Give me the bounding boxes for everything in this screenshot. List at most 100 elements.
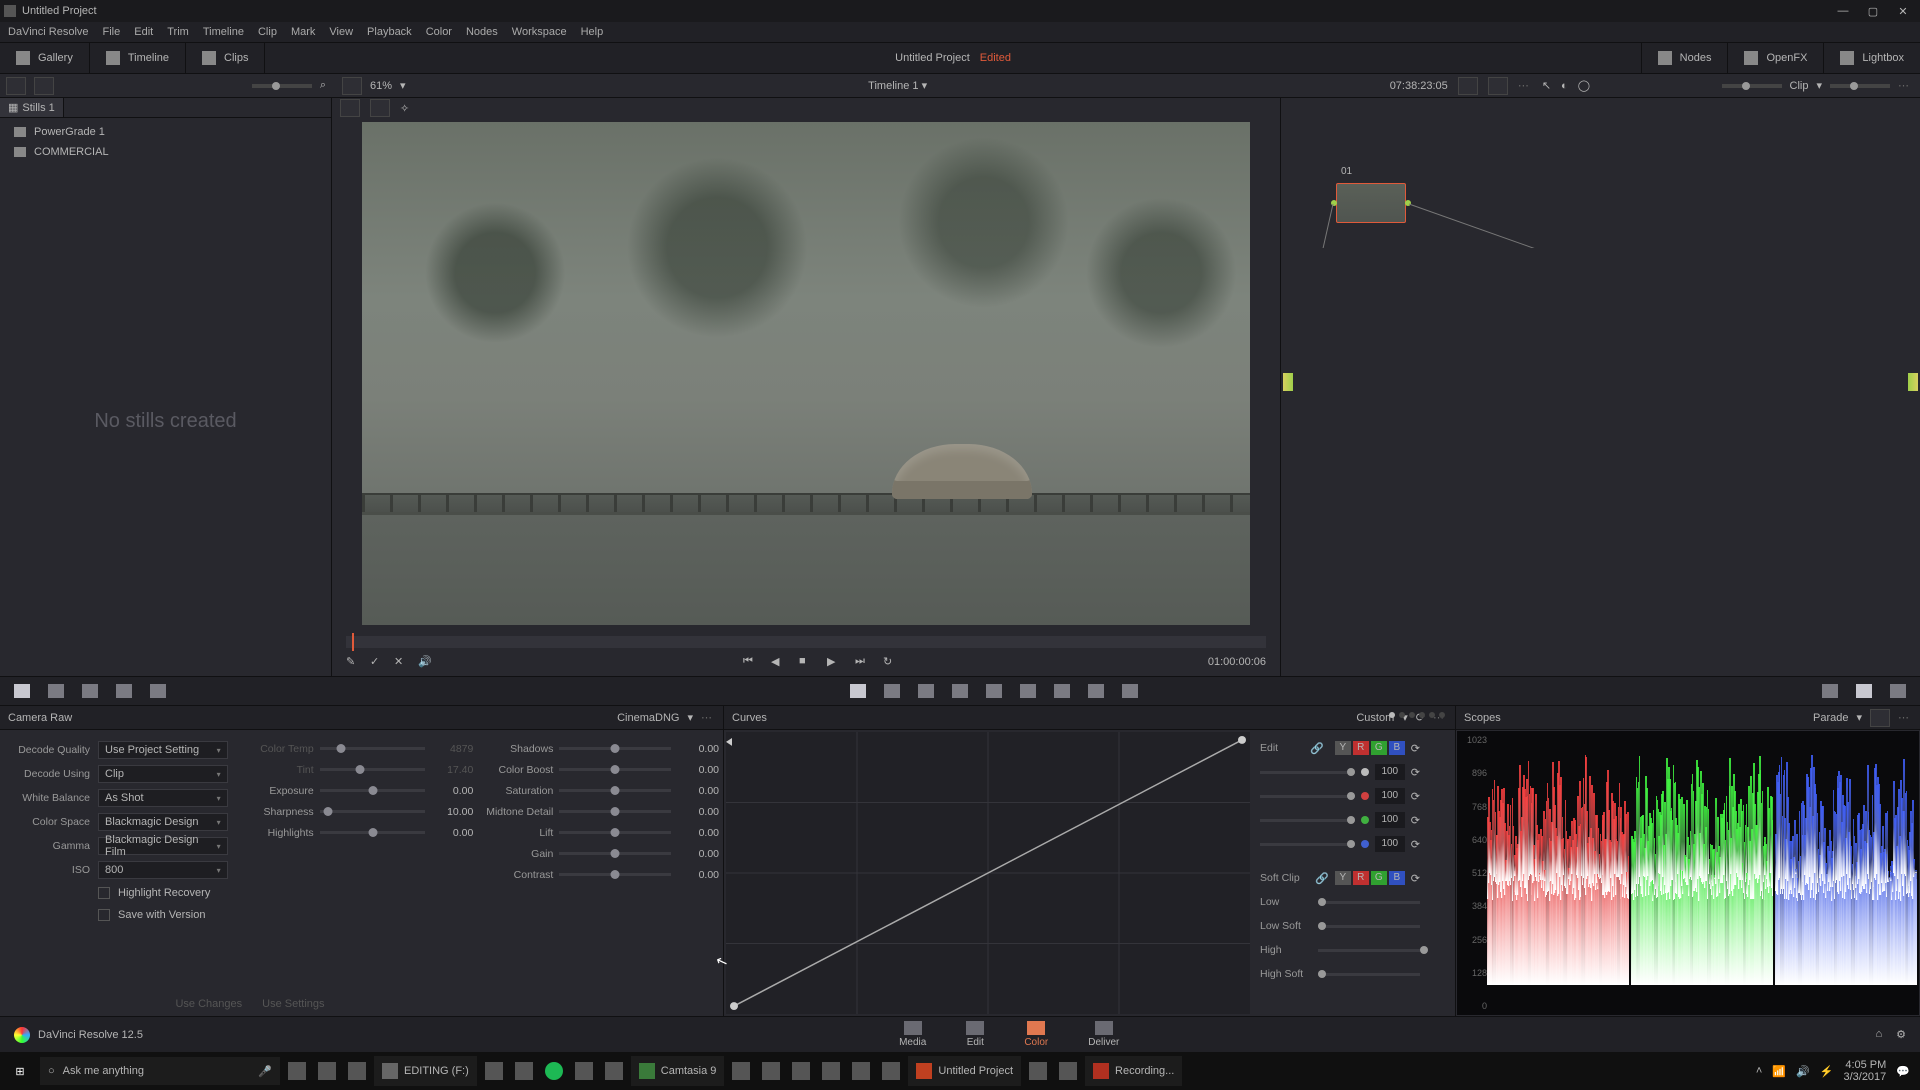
viewer-opt-icon[interactable] [1458, 77, 1478, 95]
channel-button[interactable]: R [1353, 741, 1369, 755]
slider[interactable] [559, 747, 671, 750]
slider[interactable] [559, 852, 671, 855]
mail-icon[interactable] [314, 1057, 340, 1085]
stereo-icon[interactable] [1088, 684, 1104, 698]
picker-icon[interactable]: ✎ [346, 655, 360, 669]
timeline-name[interactable]: Timeline 1 [868, 80, 918, 92]
menu-item[interactable]: Help [581, 26, 604, 38]
channel-button[interactable]: Y [1335, 871, 1351, 885]
gamma-select[interactable]: Blackmagic Design Film [98, 837, 228, 855]
slider[interactable] [320, 768, 426, 771]
node-editor[interactable]: 01 [1280, 98, 1920, 676]
blur-icon[interactable] [986, 684, 1002, 698]
stop-button[interactable]: ■ [799, 655, 813, 669]
play-button[interactable]: ▶ [827, 655, 841, 669]
page-tab-deliver[interactable]: Deliver [1088, 1021, 1119, 1048]
highlight-recovery-check[interactable]: Highlight Recovery [10, 882, 228, 904]
gallery-thumb-size[interactable] [252, 84, 312, 88]
zoom-dropdown-icon[interactable]: ▾ [400, 79, 406, 92]
channel-button[interactable]: B [1389, 871, 1405, 885]
viewer-mode1-icon[interactable] [340, 99, 360, 117]
gallery-folder[interactable]: COMMERCIAL [0, 142, 331, 162]
arrow-icon[interactable]: ↖ [1542, 79, 1551, 92]
info-icon[interactable] [1890, 684, 1906, 698]
taskbar-item[interactable]: Recording... [1085, 1056, 1182, 1086]
softclip-slider[interactable] [1318, 949, 1420, 952]
gallery-view-list[interactable] [34, 77, 54, 95]
app-icon[interactable] [1025, 1057, 1051, 1085]
chrome-icon[interactable] [1055, 1057, 1081, 1085]
start-button[interactable]: ⊞ [4, 1056, 36, 1086]
speaker-icon[interactable]: 🔊 [418, 655, 432, 669]
intensity-value[interactable]: 100 [1375, 812, 1405, 828]
sizing-icon[interactable] [1054, 684, 1070, 698]
notification-icon[interactable]: 💬 [1896, 1065, 1910, 1078]
menu-item[interactable]: Edit [134, 26, 153, 38]
qualifier-icon[interactable] [884, 684, 900, 698]
chevron-down-icon[interactable]: ▾ [687, 711, 693, 724]
decode-using-select[interactable]: Clip [98, 765, 228, 783]
menu-item[interactable]: Clip [258, 26, 277, 38]
wipe-icon[interactable]: ◐ [1561, 80, 1568, 92]
zoom-label[interactable]: 61% [370, 80, 392, 92]
playhead[interactable] [352, 633, 354, 651]
viewer-mode2-icon[interactable] [370, 99, 390, 117]
node-thumb-slider[interactable] [1830, 84, 1890, 88]
slider[interactable] [559, 810, 671, 813]
app-icon[interactable] [878, 1057, 904, 1085]
menu-item[interactable]: Nodes [466, 26, 498, 38]
scopes-mode[interactable]: Parade [1813, 712, 1848, 724]
system-clock[interactable]: 4:05 PM3/3/2017 [1843, 1059, 1886, 1083]
scope-opt-icon[interactable] [1870, 709, 1890, 727]
keyframe-icon[interactable] [1822, 684, 1838, 698]
slider[interactable] [559, 831, 671, 834]
highlight-icon[interactable]: ◯ [1578, 79, 1590, 92]
node-zoom-slider[interactable] [1722, 84, 1782, 88]
menu-item[interactable]: Trim [167, 26, 189, 38]
intensity-value[interactable]: 100 [1375, 764, 1405, 780]
search-icon[interactable]: ⌕ [320, 79, 326, 92]
app-icon[interactable] [571, 1057, 597, 1085]
curves-icon[interactable] [850, 684, 866, 698]
cortana-search[interactable]: ○Ask me anything🎤 [40, 1057, 280, 1085]
taskview-icon[interactable] [284, 1057, 310, 1085]
menu-item[interactable]: File [103, 26, 121, 38]
settings-icon[interactable]: ⚙ [1896, 1028, 1906, 1041]
x-icon[interactable]: ✕ [394, 655, 408, 669]
viewer-image[interactable] [332, 118, 1280, 636]
gallery-view-grid[interactable] [6, 77, 26, 95]
magic-wand-icon[interactable]: ✧ [400, 102, 409, 115]
color-wheels-icon[interactable] [82, 684, 98, 698]
stills-tab[interactable]: ▦Stills 1 [0, 98, 64, 117]
page-tab-media[interactable]: Media [899, 1021, 926, 1048]
menu-item[interactable]: DaVinci Resolve [8, 26, 89, 38]
openfx-toggle[interactable]: OpenFX [1727, 42, 1823, 74]
tray-icon[interactable]: 🔊 [1796, 1065, 1810, 1078]
clip-mode-label[interactable]: Clip [1790, 80, 1809, 92]
taskbar-item[interactable]: Camtasia 9 [631, 1056, 725, 1086]
page-tab-color[interactable]: Color [1024, 1021, 1048, 1048]
reset-icon[interactable]: ⟳ [1411, 838, 1420, 851]
chevron-down-icon[interactable]: ▾ [922, 80, 928, 92]
check-icon[interactable]: ✓ [370, 655, 384, 669]
camera-raw-icon[interactable] [14, 684, 30, 698]
minimize-button[interactable]: — [1836, 5, 1850, 18]
page-tab-edit[interactable]: Edit [966, 1021, 984, 1048]
menu-item[interactable]: Timeline [203, 26, 244, 38]
reset-icon[interactable]: ⟳ [1411, 766, 1420, 779]
nodes-toggle[interactable]: Nodes [1641, 42, 1728, 74]
next-clip-button[interactable]: ⏭ [855, 655, 869, 669]
tray-icon[interactable]: 📶 [1772, 1065, 1786, 1078]
more-icon[interactable]: ⋯ [1898, 711, 1912, 724]
slider[interactable] [559, 873, 671, 876]
channel-button[interactable]: B [1389, 741, 1405, 755]
tray-chevron-icon[interactable]: ˄ [1756, 1065, 1762, 1077]
maximize-button[interactable]: ▢ [1866, 5, 1880, 18]
more-icon[interactable]: ⋯ [701, 711, 715, 724]
intensity-value[interactable]: 100 [1375, 788, 1405, 804]
step-back-button[interactable]: ◀ [771, 655, 785, 669]
menu-item[interactable]: Playback [367, 26, 412, 38]
slider[interactable] [559, 789, 671, 792]
intensity-value[interactable]: 100 [1375, 836, 1405, 852]
app-icon[interactable] [788, 1057, 814, 1085]
